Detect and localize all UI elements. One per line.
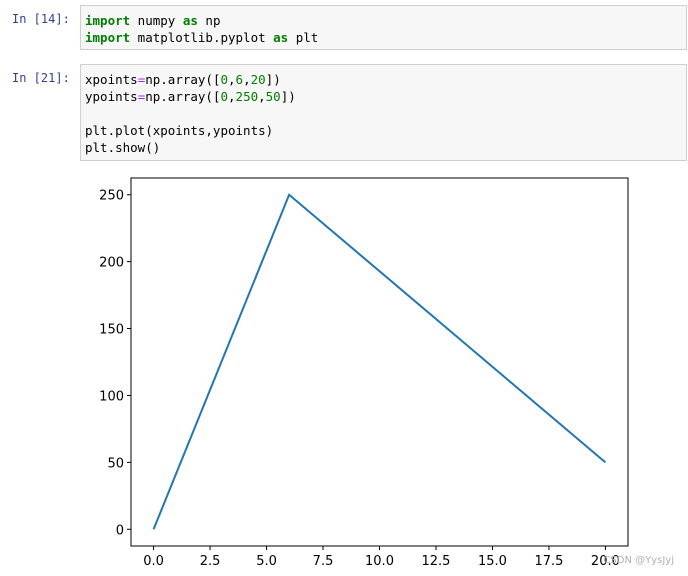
code-line: xpoints=np.array([0,6,20]) bbox=[85, 71, 682, 88]
code-token: import bbox=[85, 30, 131, 45]
code-token: ypoints bbox=[85, 89, 138, 104]
code-line: plt.show() bbox=[85, 139, 682, 156]
x-tick-label: 15.0 bbox=[478, 554, 507, 569]
code-token: , bbox=[258, 89, 266, 104]
code-token: , bbox=[228, 72, 236, 87]
y-tick-label: 50 bbox=[107, 456, 124, 471]
code-token: plt.show() bbox=[85, 140, 161, 155]
code-token: np bbox=[197, 13, 221, 28]
cell-prompt: In [21]: bbox=[12, 71, 70, 85]
x-tick-label: 7.5 bbox=[313, 554, 334, 569]
x-tick-label: 12.5 bbox=[422, 554, 451, 569]
y-tick-label: 150 bbox=[100, 323, 124, 338]
code-token: , bbox=[228, 89, 236, 104]
chart: 0.0 2.5 5.0 7.5 10.0 12.5 15.0 17.5 20.005010015… bbox=[100, 177, 629, 569]
code-line: import numpy as np bbox=[85, 12, 682, 29]
code-token: 0 bbox=[220, 72, 229, 87]
code-token: as bbox=[182, 13, 198, 28]
code-token: 0 bbox=[220, 89, 229, 104]
code-input[interactable]: import numpy as np import matplotlib.pypl… bbox=[80, 5, 687, 50]
x-tick-label: 17.5 bbox=[534, 554, 563, 569]
code-token: 250 bbox=[235, 89, 259, 104]
code-token: ]) bbox=[280, 89, 296, 104]
y-tick-label: 200 bbox=[100, 256, 124, 271]
code-token: import bbox=[85, 13, 131, 28]
watermark: CSDN @YysJyj bbox=[603, 555, 674, 566]
y-tick-label: 250 bbox=[100, 189, 124, 204]
x-tick-label: 5.0 bbox=[256, 554, 277, 569]
code-token: 6 bbox=[235, 72, 244, 87]
code-token: np.array([ bbox=[145, 89, 221, 104]
y-tick-label: 100 bbox=[100, 389, 124, 404]
code-token: matplotlib.pyplot bbox=[130, 30, 274, 45]
plot-area bbox=[130, 177, 629, 547]
code-token: 50 bbox=[265, 89, 281, 104]
code-line: import matplotlib.pyplot as plt bbox=[85, 29, 682, 46]
y-tick-label: 0 bbox=[116, 523, 124, 538]
code-token: , bbox=[243, 72, 251, 87]
code-token: as bbox=[273, 30, 289, 45]
cell-prompt: In [14]: bbox=[12, 12, 70, 26]
code-input[interactable]: xpoints=np.array([0,6,20]) ypoints=np.arr… bbox=[80, 64, 687, 161]
x-tick-label: 10.0 bbox=[365, 554, 394, 569]
code-token: np.array([ bbox=[145, 72, 221, 87]
x-tick-label: 0.0 bbox=[143, 554, 164, 569]
code-token: plt bbox=[288, 30, 319, 45]
code-token: plt.plot(xpoints,ypoints) bbox=[85, 123, 274, 138]
code-token: ]) bbox=[265, 72, 281, 87]
code-line: plt.plot(xpoints,ypoints) bbox=[85, 122, 682, 139]
code-line: ypoints=np.array([0,250,50]) bbox=[85, 88, 682, 105]
x-tick-label: 2.5 bbox=[200, 554, 221, 569]
code-token: xpoints bbox=[85, 72, 138, 87]
code-token: 20 bbox=[250, 72, 266, 87]
code-token: numpy bbox=[130, 13, 183, 28]
